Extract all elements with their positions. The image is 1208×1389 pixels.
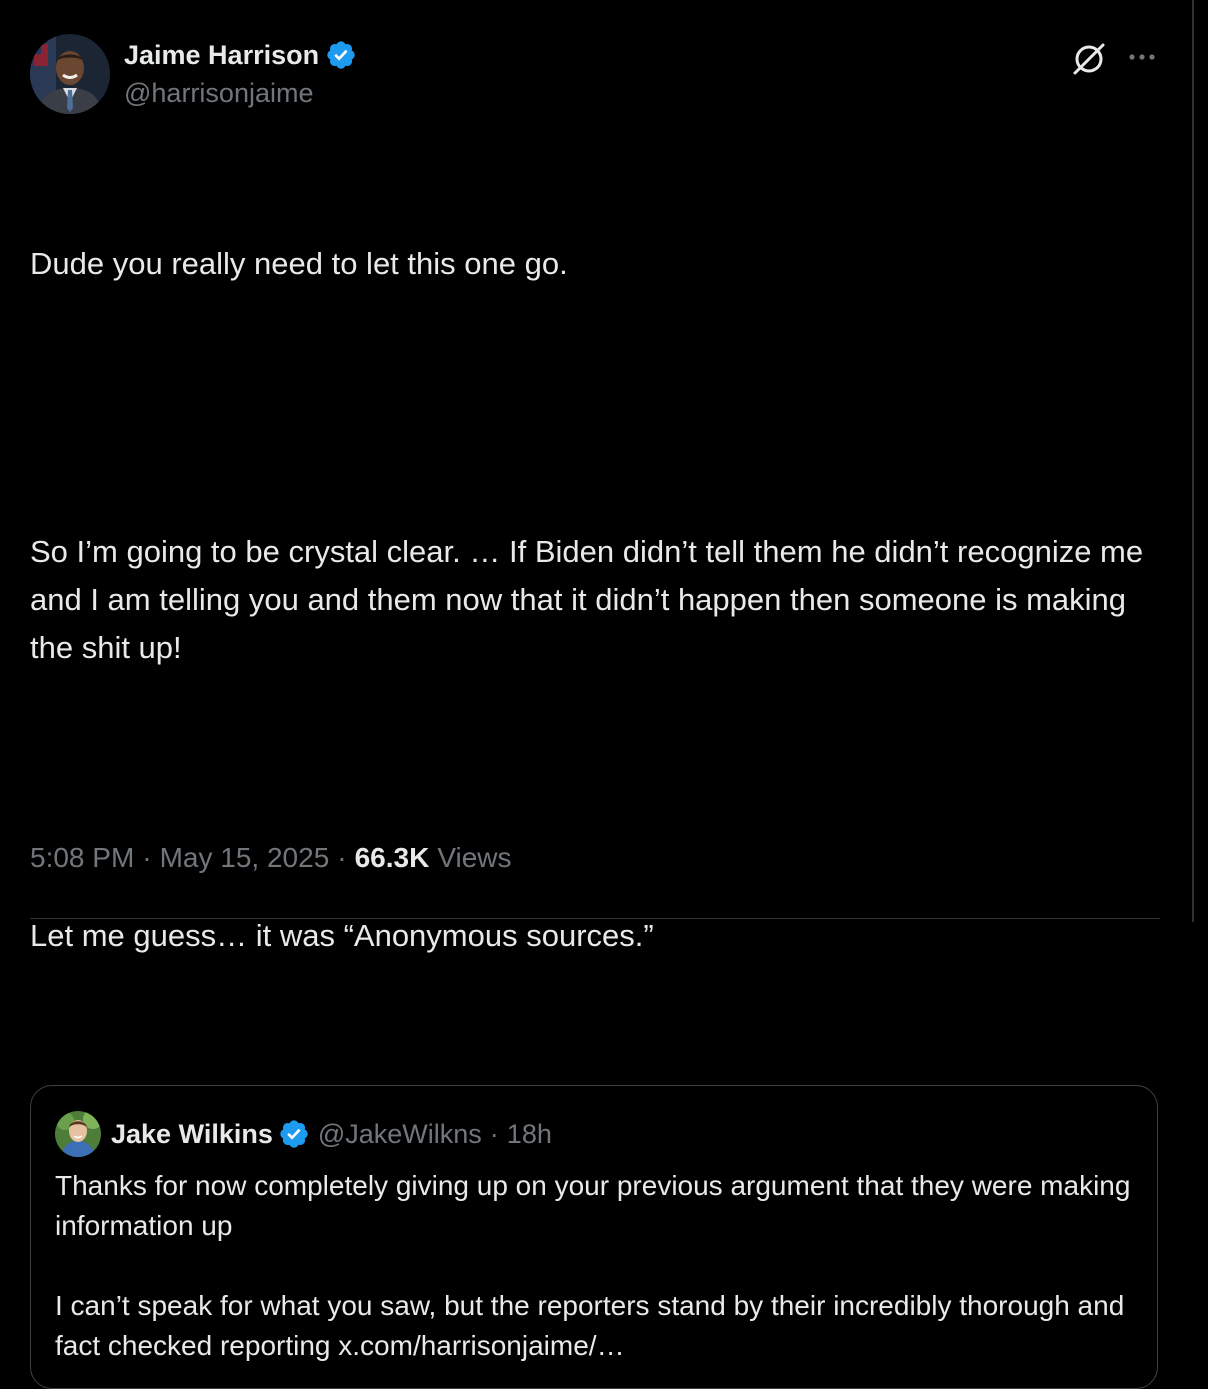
tweet-time[interactable]: 5:08 PM: [30, 842, 134, 874]
author-handle[interactable]: @harrisonjaime: [124, 78, 357, 109]
right-divider: [1192, 0, 1194, 922]
author-names: Jaime Harrison @harrisonjaime: [124, 38, 357, 109]
bottom-divider: [30, 918, 1160, 919]
views-label[interactable]: Views: [437, 842, 511, 874]
quoted-author-handle[interactable]: @JakeWilkns: [318, 1119, 482, 1150]
verified-badge-icon[interactable]: [278, 1118, 310, 1150]
tweet-text: Dude you really need to let this one go.…: [30, 144, 1150, 1056]
quoted-tweet-text: Thanks for now completely giving up on y…: [55, 1166, 1145, 1366]
separator-dot: ·: [142, 842, 152, 873]
quoted-tweet-header: Jake Wilkins @JakeWilkns · 18h: [55, 1110, 552, 1158]
author-name-row: Jaime Harrison: [124, 38, 357, 72]
quoted-author-display-name[interactable]: Jake Wilkins: [111, 1119, 273, 1150]
quoted-tweet-card[interactable]: Jake Wilkins @JakeWilkns · 18h Thanks fo…: [30, 1085, 1158, 1389]
more-options-icon[interactable]: [1124, 42, 1160, 72]
quoted-author-avatar[interactable]: [55, 1111, 101, 1157]
views-count[interactable]: 66.3K: [355, 842, 430, 874]
tweet-paragraph: Dude you really need to let this one go.: [30, 246, 568, 281]
grok-icon[interactable]: [1070, 40, 1108, 78]
tweet-date[interactable]: May 15, 2025: [160, 842, 330, 874]
author-display-name[interactable]: Jaime Harrison: [124, 40, 319, 71]
tweet-paragraph: Let me guess… it was “Anonymous sources.…: [30, 918, 654, 953]
quoted-tweet-time[interactable]: 18h: [507, 1119, 552, 1150]
tweet: Jaime Harrison @harrisonjaime Dude you r…: [30, 34, 1160, 1389]
quoted-tweet-paragraph: I can’t speak for what you saw, but the …: [55, 1290, 1125, 1361]
verified-badge-icon[interactable]: [325, 39, 357, 71]
tweet-paragraph: So I’m going to be crystal clear. … If B…: [30, 534, 1152, 665]
author-avatar[interactable]: [30, 34, 110, 114]
quoted-tweet-paragraph: Thanks for now completely giving up on y…: [55, 1170, 1131, 1241]
tweet-meta: 5:08 PM · May 15, 2025 · 66.3K Views: [30, 842, 520, 874]
separator-dot: ·: [489, 1118, 499, 1149]
tweet-header: Jaime Harrison @harrisonjaime: [30, 34, 1160, 116]
separator-dot: ·: [337, 842, 347, 873]
